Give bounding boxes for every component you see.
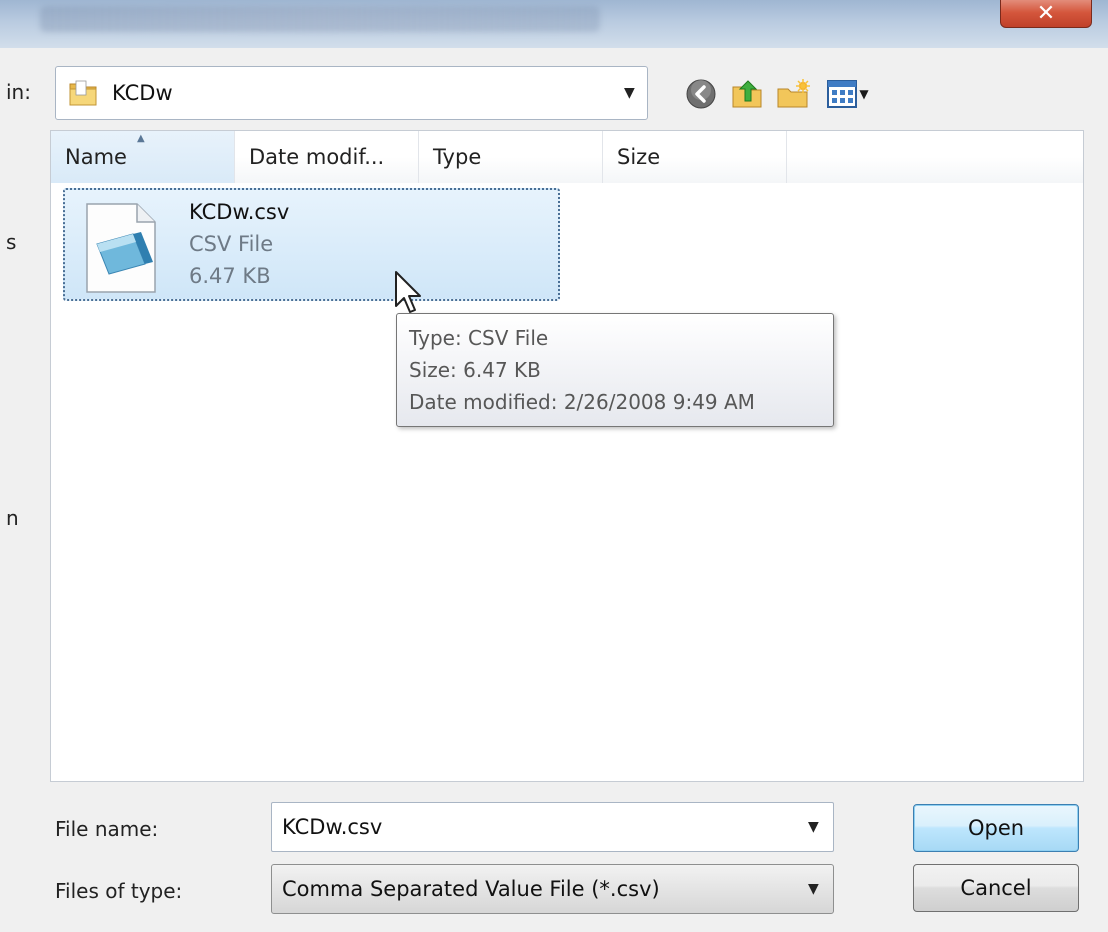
column-header-label: Date modif... <box>249 145 385 169</box>
file-name-label: File name: <box>55 817 159 841</box>
tooltip-date: Date modified: 2/26/2008 9:49 AM <box>409 390 755 414</box>
file-type-label: Files of type: <box>55 879 183 903</box>
toolbar: ▼ <box>684 74 874 114</box>
folder-icon <box>69 80 97 106</box>
file-type: CSV File <box>189 232 274 256</box>
back-icon[interactable] <box>684 77 718 111</box>
column-header-size[interactable]: Size <box>603 131 787 183</box>
new-folder-icon[interactable] <box>776 77 810 111</box>
file-list[interactable]: ▲ Name Date modif... Type Size KCDw.csv … <box>50 130 1084 782</box>
look-in-label: in: <box>6 80 31 104</box>
chevron-down-icon[interactable]: ▼ <box>808 881 819 897</box>
view-menu-icon[interactable]: ▼ <box>822 77 874 111</box>
open-button[interactable]: Open <box>913 804 1079 852</box>
column-header-label: Name <box>65 145 127 169</box>
title-bar: ✕ <box>0 0 1108 48</box>
sort-ascending-icon: ▲ <box>137 133 145 144</box>
column-header-date[interactable]: Date modif... <box>235 131 419 183</box>
file-name-value: KCDw.csv <box>282 815 383 839</box>
column-header-empty <box>787 131 1083 183</box>
view-dropdown-arrow: ▼ <box>859 87 869 101</box>
file-name: KCDw.csv <box>189 200 290 224</box>
sidebar-fragment[interactable]: s <box>6 230 16 254</box>
file-item[interactable]: KCDw.csv CSV File 6.47 KB <box>63 188 560 301</box>
blurred-title-text <box>40 6 600 32</box>
mouse-cursor-icon <box>395 271 421 313</box>
column-header-type[interactable]: Type <box>419 131 603 183</box>
look-in-combo[interactable]: KCDw ▼ <box>55 66 648 120</box>
up-folder-icon[interactable] <box>730 77 764 111</box>
chevron-down-icon[interactable]: ▼ <box>808 819 819 835</box>
file-info-tooltip: Type: CSV File Size: 6.47 KB Date modifi… <box>396 313 834 427</box>
column-header-label: Size <box>617 145 661 169</box>
tooltip-size: Size: 6.47 KB <box>409 358 541 382</box>
tooltip-type: Type: CSV File <box>409 326 549 350</box>
cancel-button[interactable]: Cancel <box>913 864 1079 912</box>
chevron-down-icon[interactable]: ▼ <box>624 85 635 101</box>
column-header-name[interactable]: ▲ Name <box>51 131 235 183</box>
sidebar-fragment[interactable]: n <box>6 506 19 530</box>
csv-file-icon <box>86 203 156 293</box>
close-button[interactable]: ✕ <box>1000 0 1092 28</box>
file-name-input[interactable]: KCDw.csv ▼ <box>271 802 834 852</box>
file-type-select[interactable]: Comma Separated Value File (*.csv) ▼ <box>271 864 834 914</box>
file-size: 6.47 KB <box>189 264 271 288</box>
look-in-value: KCDw <box>112 81 173 105</box>
column-header-label: Type <box>433 145 482 169</box>
file-type-value: Comma Separated Value File (*.csv) <box>282 877 660 901</box>
